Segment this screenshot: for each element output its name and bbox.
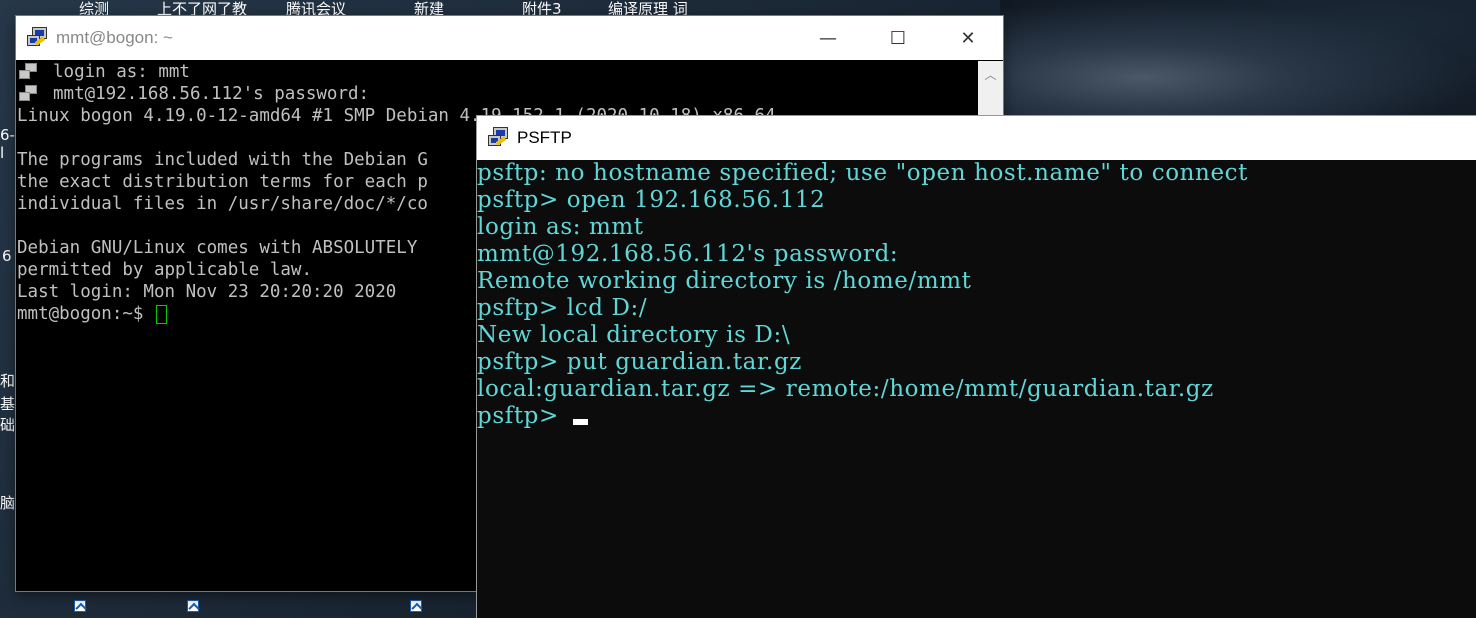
terminal-cursor — [155, 304, 167, 324]
console-line: local:guardian.tar.gz => remote:/home/mm… — [477, 376, 1214, 402]
desktop-edge-label[interactable]: 和 — [0, 370, 16, 391]
putty-titlebar[interactable]: mmt@bogon: ~ — ☐ ✕ — [16, 16, 1003, 60]
window-title: mmt@bogon: ~ — [56, 28, 173, 47]
desktop-edge-label[interactable]: 6 — [2, 247, 12, 265]
close-button[interactable]: ✕ — [933, 16, 1003, 60]
wallpaper-image — [1000, 0, 1476, 130]
scroll-up-arrow-icon[interactable]: ︿ — [978, 61, 1003, 87]
console-line: psftp> open 192.168.56.112 — [477, 187, 826, 213]
desktop-shortcut-label[interactable]: 综测 — [79, 0, 109, 18]
desktop-edge-label[interactable]: 基础 — [0, 393, 16, 435]
console-line: psftp> lcd D:/ — [477, 295, 648, 321]
console-cursor — [572, 419, 588, 425]
shortcut-arrow-icon[interactable] — [187, 594, 209, 612]
putty-line-icon — [17, 63, 39, 81]
desktop-shortcut-label[interactable]: 编译原理 词 — [608, 0, 688, 18]
psftp-window[interactable]: PSFTP psftp: no hostname specified; use … — [477, 116, 1476, 618]
shortcut-arrow-icon[interactable] — [74, 594, 96, 612]
window-title: PSFTP — [517, 128, 572, 147]
minimize-button[interactable]: — — [793, 16, 863, 60]
desktop-shortcut-label[interactable]: 新建 — [414, 0, 444, 18]
putty-app-icon[interactable] — [26, 26, 50, 50]
psftp-titlebar[interactable]: PSFTP — [477, 116, 1476, 160]
console-line: psftp: no hostname specified; use "open … — [477, 160, 1249, 186]
console-line: New local directory is D:\ — [477, 322, 791, 348]
desktop-edge-label[interactable]: 6-l — [0, 126, 16, 162]
putty-line-icon — [17, 85, 39, 103]
console-line: Remote working directory is /home/mmt — [477, 268, 972, 294]
desktop-edge-label[interactable]: 脑 — [0, 492, 16, 513]
desktop-shortcut-label[interactable]: 附件3 — [522, 0, 562, 18]
console-line: mmt@192.168.56.112's password: — [477, 241, 899, 267]
shortcut-arrow-icon[interactable] — [410, 594, 432, 612]
desktop-shortcut-label[interactable]: 上不了网了教 — [157, 0, 247, 18]
terminal-line: login as: mmt — [17, 61, 977, 83]
console-prompt-line: psftp> — [477, 403, 1476, 430]
terminal-line: mmt@192.168.56.112's password: — [17, 83, 977, 105]
desktop-shortcut-label[interactable]: 腾讯会议 — [286, 0, 346, 18]
console-output[interactable]: psftp: no hostname specified; use "open … — [477, 160, 1476, 618]
maximize-button[interactable]: ☐ — [863, 16, 933, 60]
console-line: psftp> put guardian.tar.gz — [477, 349, 803, 375]
psftp-app-icon[interactable] — [487, 126, 511, 150]
console-line: login as: mmt — [477, 214, 644, 240]
